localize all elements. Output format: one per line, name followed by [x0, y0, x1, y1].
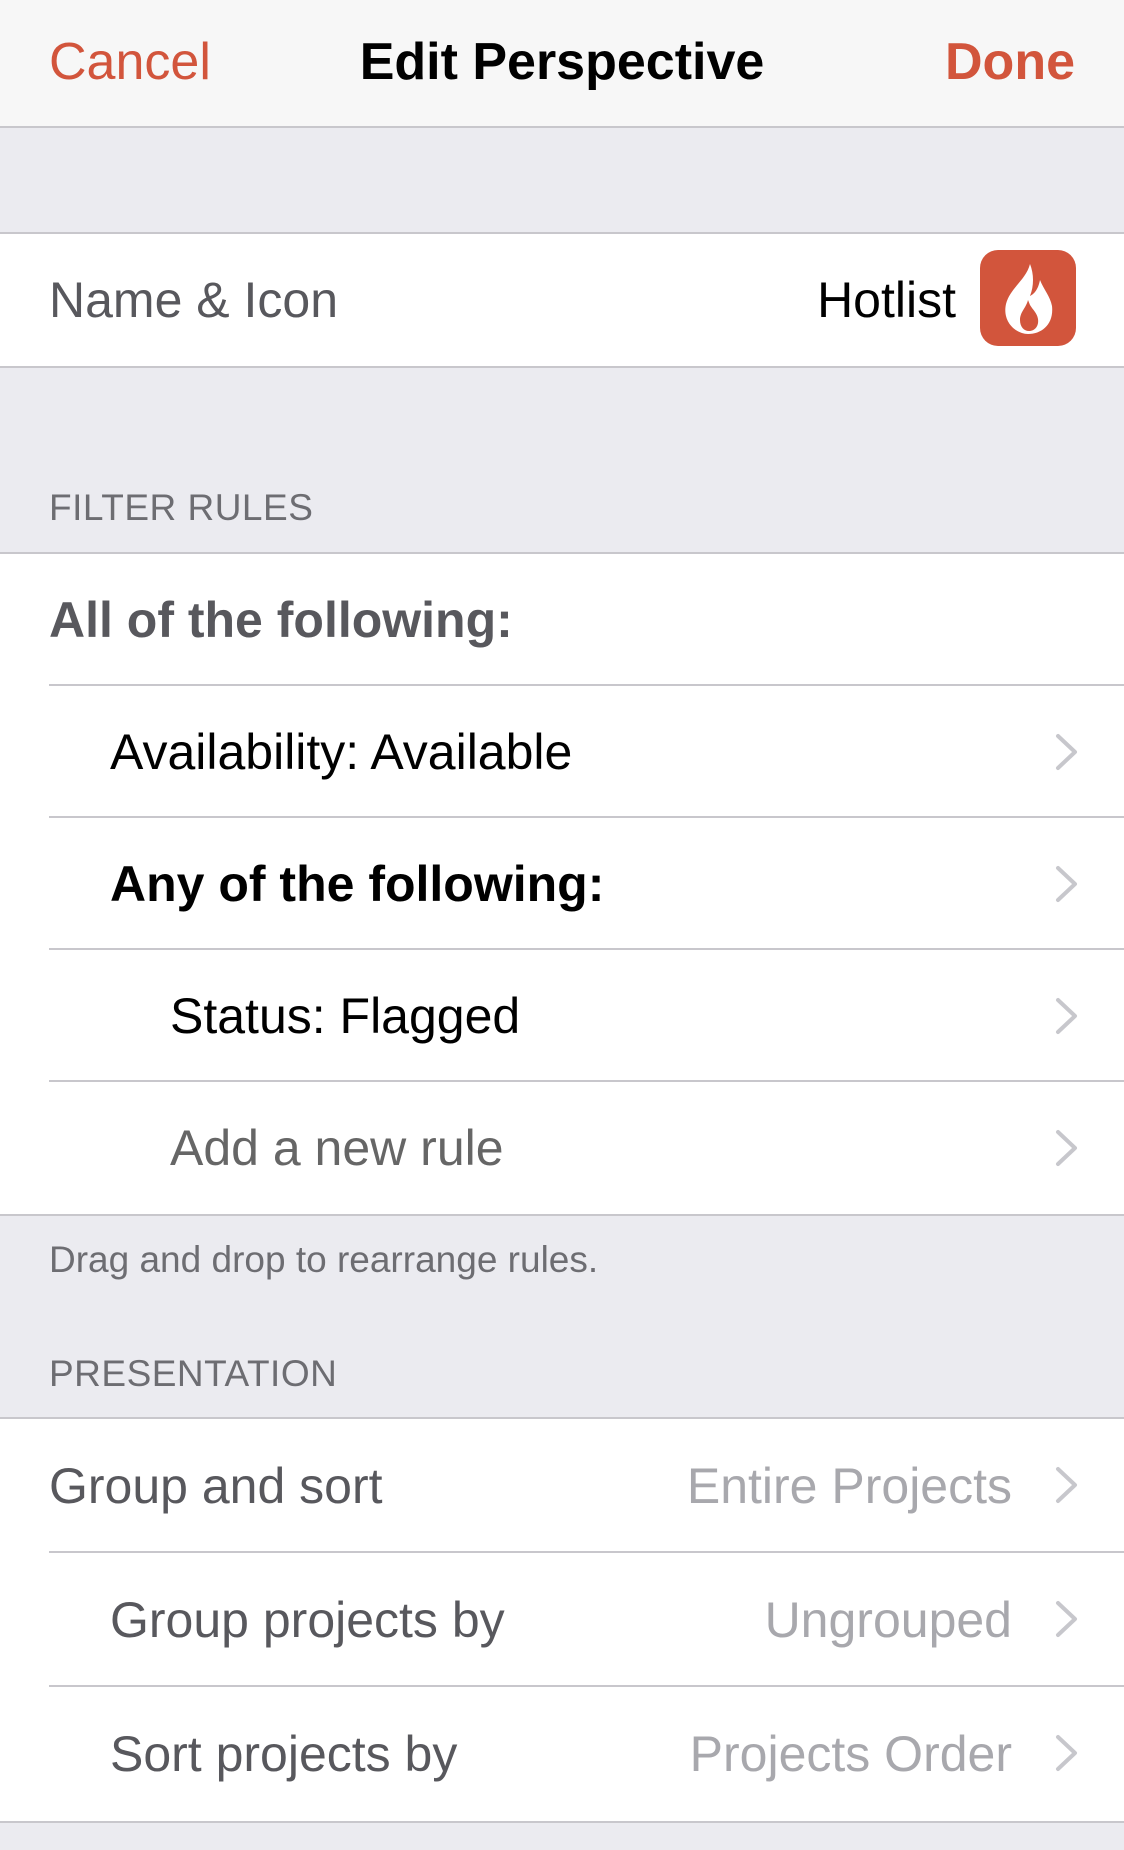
rule-label: All of the following: — [49, 592, 513, 648]
sort-projects-by-label: Sort projects by — [110, 1726, 458, 1782]
rule-all-of-following[interactable]: All of the following: — [0, 554, 1124, 686]
sort-projects-by-value: Projects Order — [689, 1726, 1012, 1782]
chevron-right-icon — [1056, 1130, 1077, 1166]
done-button[interactable]: Done — [945, 32, 1075, 92]
name-icon-group: Name & Icon Hotlist — [0, 232, 1124, 368]
group-and-sort-row[interactable]: Group and sort Entire Projects — [0, 1419, 1124, 1553]
filter-rules-header: FILTER RULES — [49, 487, 314, 528]
filter-rules-footer: Drag and drop to rearrange rules. — [49, 1239, 599, 1280]
add-new-rule[interactable]: Add a new rule — [0, 1082, 1124, 1214]
name-icon-row[interactable]: Name & Icon Hotlist — [0, 234, 1124, 366]
flame-icon[interactable] — [980, 250, 1076, 346]
filter-rules-group: All of the following: Availability: Avai… — [0, 552, 1124, 1216]
chevron-right-icon — [1056, 1601, 1077, 1637]
rule-label: Any of the following: — [110, 856, 605, 912]
perspective-name: Hotlist — [817, 272, 956, 328]
rule-label: Add a new rule — [170, 1120, 504, 1176]
rule-availability[interactable]: Availability: Available — [0, 686, 1124, 818]
group-projects-by-label: Group projects by — [110, 1592, 505, 1648]
group-projects-by-row[interactable]: Group projects by Ungrouped — [0, 1553, 1124, 1687]
rule-label: Status: Flagged — [170, 988, 521, 1044]
name-icon-label: Name & Icon — [49, 272, 339, 328]
navigation-bar: Cancel Edit Perspective Done — [0, 0, 1124, 128]
group-projects-by-value: Ungrouped — [764, 1592, 1012, 1648]
presentation-header: PRESENTATION — [49, 1353, 338, 1394]
group-and-sort-label: Group and sort — [49, 1458, 383, 1514]
rule-label: Availability: Available — [110, 724, 573, 780]
sort-projects-by-row[interactable]: Sort projects by Projects Order — [0, 1687, 1124, 1821]
rule-any-of-following[interactable]: Any of the following: — [0, 818, 1124, 950]
chevron-right-icon — [1056, 866, 1077, 902]
rule-status-flagged[interactable]: Status: Flagged — [0, 950, 1124, 1082]
chevron-right-icon — [1056, 1467, 1077, 1503]
group-and-sort-value: Entire Projects — [686, 1458, 1012, 1514]
chevron-right-icon — [1056, 1735, 1077, 1771]
chevron-right-icon — [1056, 998, 1077, 1034]
presentation-group: Group and sort Entire Projects Group pro… — [0, 1417, 1124, 1823]
chevron-right-icon — [1056, 734, 1077, 770]
